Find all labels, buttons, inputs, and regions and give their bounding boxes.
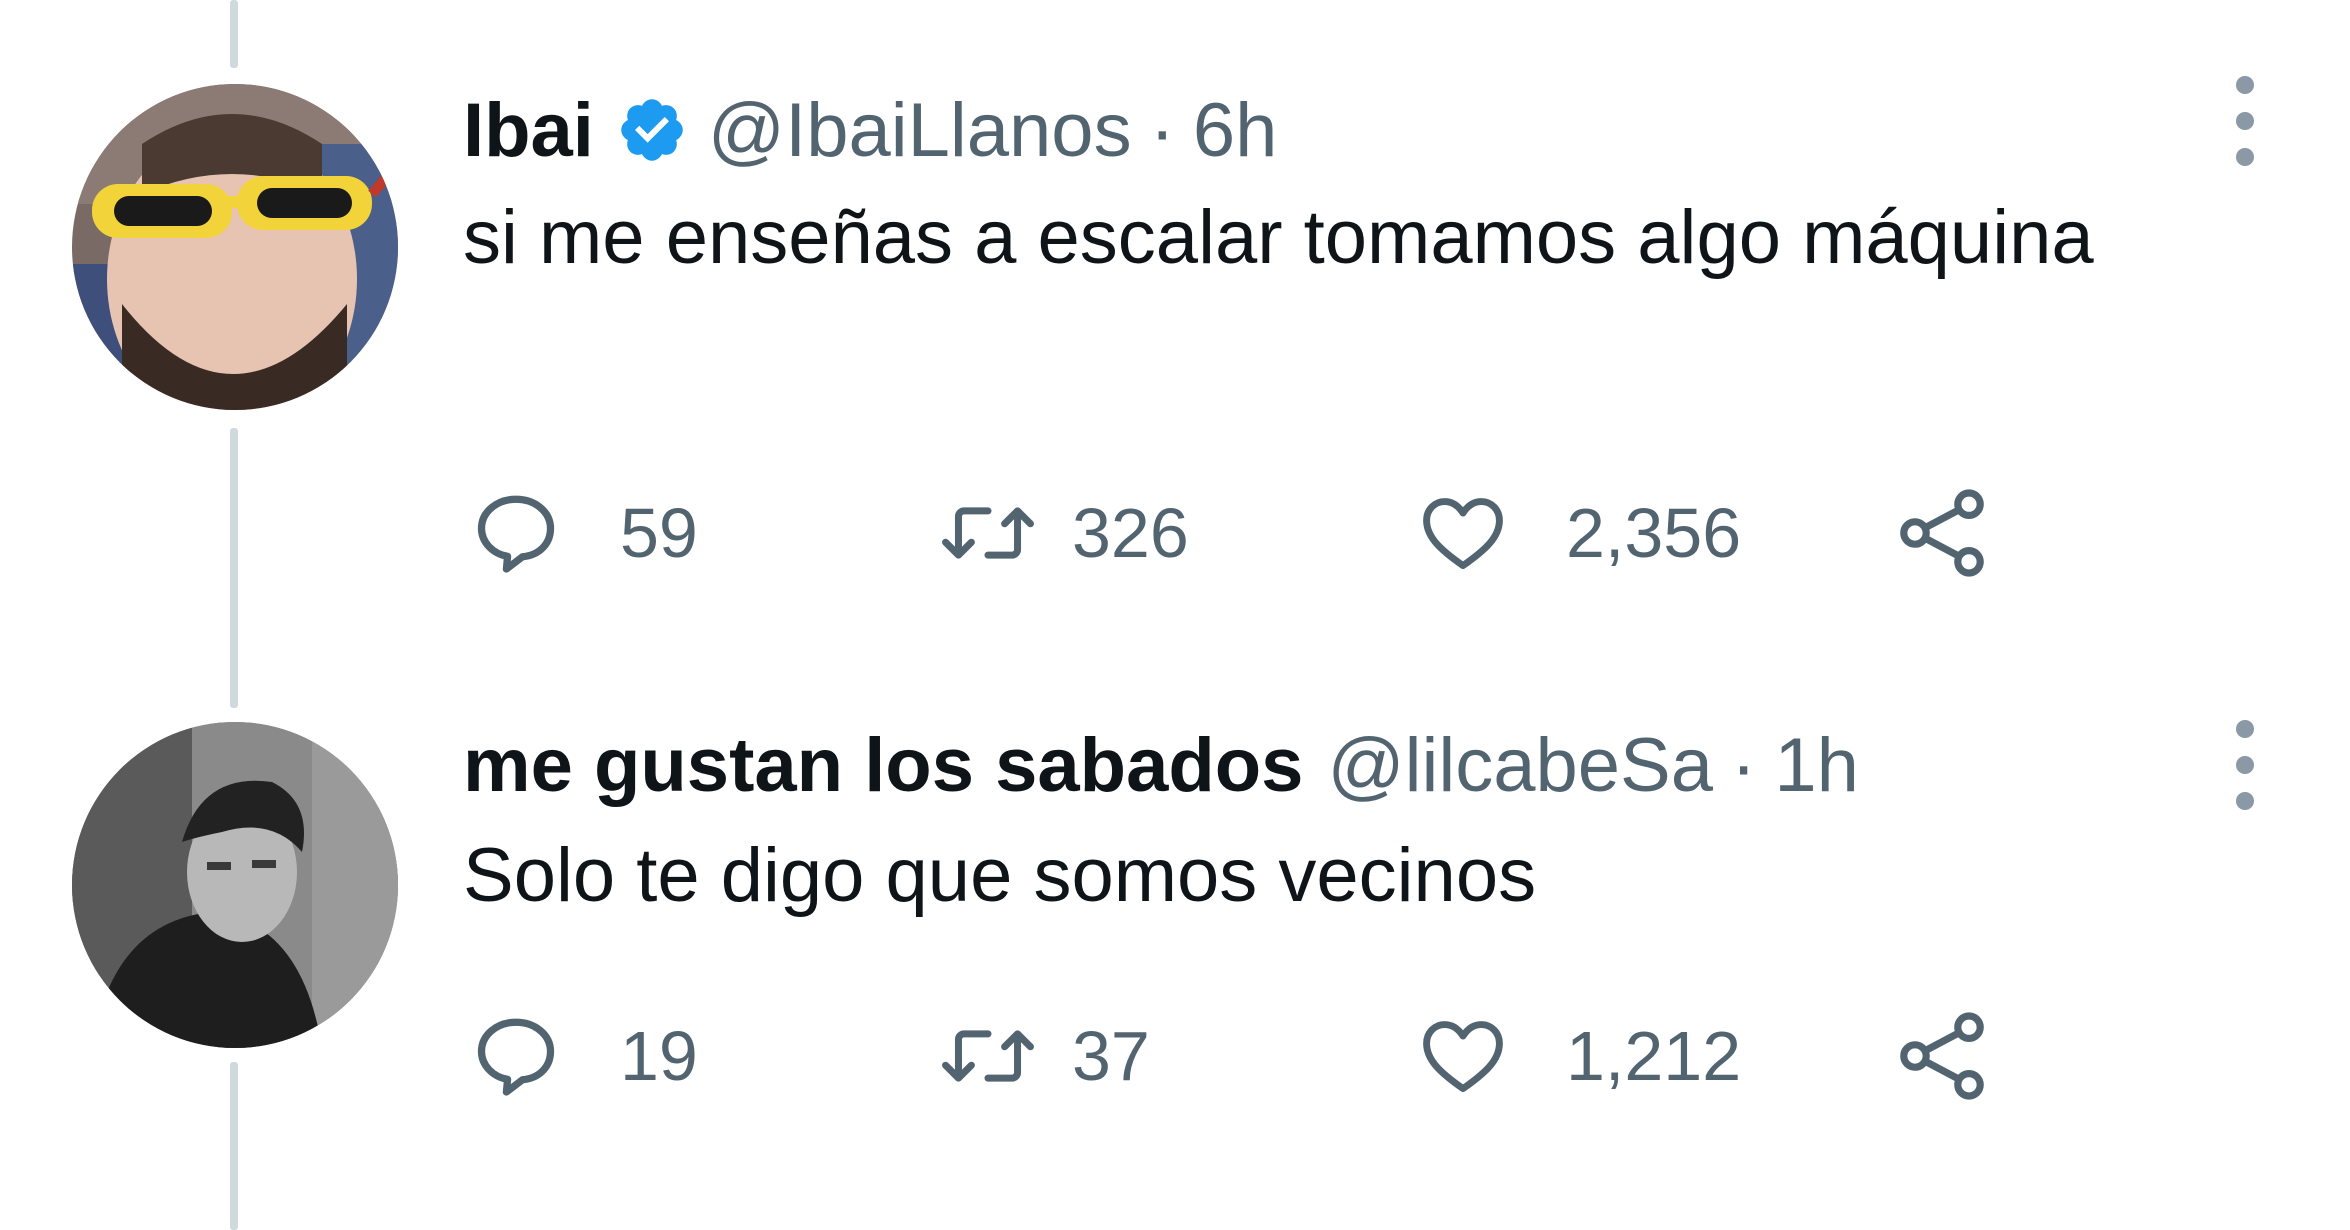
retweet-icon: [942, 507, 1034, 559]
verified-badge-icon: [616, 94, 688, 166]
avatar[interactable]: [72, 722, 398, 1048]
display-name[interactable]: me gustan los sabados: [463, 728, 1303, 804]
tweet-header: me gustan los sabados @lilcabeSa · 1h: [463, 728, 1859, 804]
tweet-actions: 19 37 1,212: [470, 1006, 2030, 1106]
user-handle[interactable]: @lilcabeSa: [1327, 728, 1713, 804]
display-name[interactable]: Ibai: [463, 93, 594, 169]
share-icon: [1900, 1012, 1984, 1100]
retweet-button[interactable]: 326: [940, 483, 1189, 583]
reply-icon: [477, 495, 555, 573]
tweet-actions: 59 326 2,356: [470, 483, 2030, 583]
user-handle[interactable]: @IbaiLlanos: [708, 93, 1132, 169]
share-button[interactable]: [1895, 483, 1991, 583]
timestamp[interactable]: 1h: [1774, 728, 1859, 804]
more-options-icon[interactable]: [2230, 76, 2260, 166]
heart-icon: [1423, 1021, 1503, 1093]
tweet-ibai[interactable]: Ibai @IbaiLlanos · 6h si me enseñas a es…: [0, 0, 2350, 640]
avatar[interactable]: [72, 84, 398, 410]
timestamp[interactable]: 6h: [1193, 93, 1278, 169]
like-button[interactable]: 2,356: [1415, 483, 1741, 583]
tweet-header: Ibai @IbaiLlanos · 6h: [463, 84, 1277, 169]
separator-dot: ·: [1149, 88, 1175, 173]
like-count: 1,212: [1566, 1017, 1742, 1095]
retweet-icon: [942, 1030, 1034, 1082]
share-button[interactable]: [1895, 1006, 1991, 1106]
avatar-ibai-image: [72, 84, 398, 410]
like-count: 2,356: [1566, 494, 1742, 572]
separator-dot: ·: [1731, 723, 1757, 808]
retweet-count: 37: [1072, 1017, 1150, 1095]
heart-icon: [1423, 498, 1503, 570]
tweet-lilcabesa[interactable]: me gustan los sabados @lilcabeSa · 1h So…: [0, 640, 2350, 1230]
retweet-button[interactable]: 37: [940, 1006, 1150, 1106]
reply-count: 59: [620, 494, 698, 572]
retweet-count: 326: [1072, 494, 1189, 572]
tweet-text: si me enseñas a escalar tomamos algo máq…: [463, 195, 2094, 280]
tweet-text: Solo te digo que somos vecinos: [463, 833, 1537, 918]
more-options-icon[interactable]: [2230, 720, 2260, 810]
avatar-lilcabesa-image: [72, 722, 398, 1048]
share-icon: [1900, 489, 1984, 577]
like-button[interactable]: 1,212: [1415, 1006, 1741, 1106]
reply-icon: [477, 1018, 555, 1096]
reply-count: 19: [620, 1017, 698, 1095]
reply-button[interactable]: 59: [470, 483, 698, 583]
reply-button[interactable]: 19: [470, 1006, 698, 1106]
